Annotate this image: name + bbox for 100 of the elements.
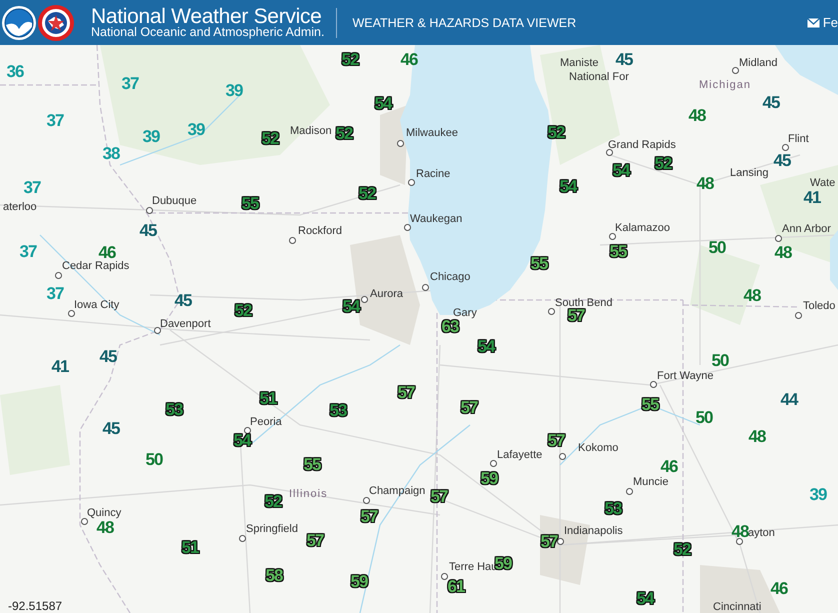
temperature-label: 48	[96, 519, 114, 537]
place-label: Quincy	[87, 506, 122, 520]
temperature-label: 53	[604, 500, 622, 518]
temperature-label: 52	[358, 185, 376, 203]
temperature-label: 54	[636, 590, 654, 608]
place-label: Davenport	[160, 317, 211, 331]
city-dot-icon	[782, 144, 789, 151]
city-dot-icon	[408, 179, 415, 186]
temperature-label: 54	[374, 95, 392, 113]
temperature-label: 45	[100, 348, 116, 366]
temperature-label: 48	[748, 428, 766, 446]
place-label: Peoria	[250, 415, 282, 429]
temperature-label: 52	[342, 51, 358, 69]
place-label: Cedar Rapids	[62, 259, 130, 273]
temperature-label: 41	[804, 189, 820, 207]
place-label: Chicago	[430, 270, 470, 284]
city-dot-icon	[795, 312, 802, 319]
temperature-label: 50	[696, 409, 712, 427]
city-dot-icon	[363, 497, 370, 504]
temperature-label: 45	[762, 94, 780, 112]
temperature-label: 57	[430, 488, 448, 506]
temperature-label: 55	[304, 456, 320, 474]
city-dot-icon	[732, 67, 739, 74]
noaa-logo-icon	[1, 4, 37, 40]
place-label: South Bend	[555, 296, 612, 309]
coordinates-readout: -92.51587	[8, 599, 62, 613]
temperature-label: 50	[146, 451, 162, 469]
temperature-label: 45	[174, 292, 192, 310]
temperature-label: 61	[448, 578, 464, 596]
mail-icon	[806, 18, 820, 28]
temperature-label: 52	[264, 493, 282, 511]
temperature-label: 45	[774, 152, 790, 170]
temperature-label: 51	[182, 539, 198, 557]
temperature-label: 53	[166, 401, 182, 419]
temperature-label: 54	[342, 298, 360, 316]
temperature-label: 52	[262, 130, 278, 148]
temperature-label: 53	[330, 402, 346, 420]
place-label: Iowa City	[74, 298, 120, 312]
place-label: Cincinnati	[713, 600, 762, 613]
city-dot-icon	[609, 233, 616, 240]
city-dot-icon	[441, 573, 448, 580]
temperature-label: 48	[732, 523, 748, 541]
city-dot-icon	[490, 460, 497, 467]
place-label: Kokomo	[578, 441, 618, 455]
city-dot-icon	[557, 538, 564, 545]
temperature-label: 39	[142, 128, 160, 146]
place-label: Kalamazoo	[615, 221, 670, 235]
temperature-label: 36	[6, 63, 24, 81]
temperature-label: 55	[242, 195, 258, 213]
temperature-label: 51	[260, 390, 276, 408]
place-label: Lansing	[730, 166, 769, 180]
place-label: Springfield	[246, 522, 298, 536]
temperature-label: 48	[696, 175, 714, 193]
place-label: ayton	[748, 527, 775, 540]
temperature-label: 57	[360, 508, 378, 526]
feedback-link[interactable]: Fe	[806, 15, 838, 30]
temperature-label: 37	[122, 75, 138, 93]
city-dot-icon	[559, 453, 566, 460]
city-dot-icon	[146, 207, 153, 214]
place-label: Maniste	[560, 56, 599, 70]
agency-title: National Weather Service	[91, 6, 322, 28]
place-label: Gary	[453, 306, 477, 320]
place-label: Ann Arbor	[782, 222, 831, 236]
temperature-label: 54	[478, 338, 494, 356]
state-label: Michigan	[699, 78, 752, 92]
city-dot-icon	[55, 272, 62, 279]
temperature-label: 45	[102, 420, 120, 438]
temperature-label: 52	[336, 125, 352, 143]
temperature-label: 59	[350, 573, 368, 591]
temperature-label: 52	[674, 541, 690, 559]
temperature-label: 46	[98, 244, 116, 262]
place-label: Dubuque	[152, 194, 197, 208]
temperature-label: 57	[540, 533, 558, 551]
temperature-label: 39	[188, 121, 204, 139]
temperature-label: 57	[306, 532, 324, 550]
agency-subtitle: National Oceanic and Atmospheric Admin.	[91, 26, 324, 39]
temperature-label: 45	[140, 222, 156, 240]
temperature-label: 44	[780, 391, 798, 409]
place-label: Rockford	[298, 224, 342, 238]
temperature-label: 37	[46, 285, 64, 303]
temperature-label: 46	[660, 458, 678, 476]
place-label: Racine	[416, 167, 450, 181]
place-label: Wate	[810, 176, 836, 190]
temperature-label: 46	[400, 51, 418, 69]
place-label: Grand Rapids	[608, 138, 676, 152]
place-label: Toledo	[803, 299, 836, 313]
temperature-label: 55	[610, 243, 626, 261]
place-label: Muncie	[633, 475, 668, 489]
place-label: aterloo	[3, 200, 37, 214]
place-label: Flint	[788, 132, 809, 146]
city-dot-icon	[548, 308, 555, 315]
temperature-label: 37	[46, 112, 64, 130]
city-dot-icon	[81, 518, 88, 525]
city-dot-icon	[626, 488, 633, 495]
city-dot-icon	[606, 149, 613, 156]
temperature-label: 37	[24, 179, 40, 197]
temperature-label: 58	[266, 567, 282, 585]
city-dot-icon	[289, 237, 296, 244]
temperature-label: 57	[460, 399, 478, 417]
city-dot-icon	[244, 427, 251, 434]
